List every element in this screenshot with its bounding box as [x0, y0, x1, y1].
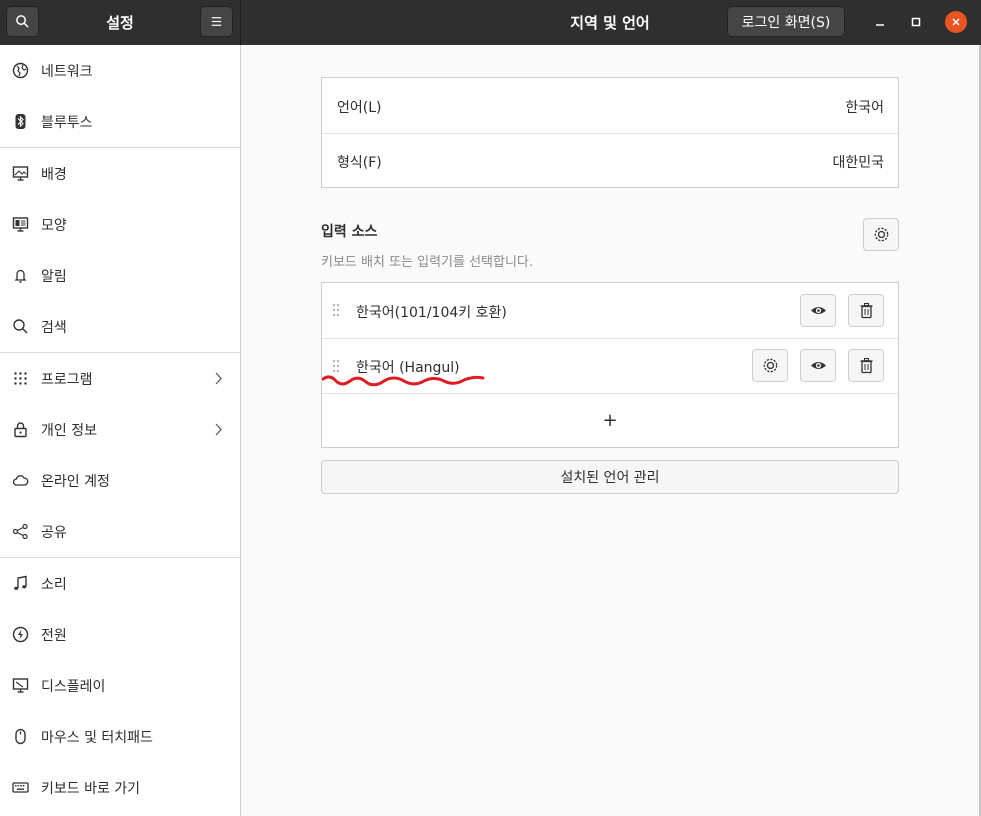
input-source-row[interactable]: 한국어(101/104키 호환): [322, 283, 898, 338]
sidebar-item-label: 프로그램: [41, 372, 93, 388]
chevron-right-icon: [213, 370, 223, 387]
sidebar-item-label: 전원: [41, 628, 67, 644]
formats-label: 형식(F): [337, 155, 382, 171]
sidebar-item-privacy[interactable]: 개인 정보: [0, 404, 240, 455]
sidebar-item-network[interactable]: 네트워크: [0, 45, 240, 96]
menu-button[interactable]: [200, 6, 233, 37]
sidebar-item-label: 공유: [41, 525, 67, 541]
preview-layout-button[interactable]: [800, 349, 836, 382]
language-value: 한국어: [845, 100, 884, 116]
sidebar-item-label: 마우스 및 터치패드: [41, 730, 153, 746]
remove-input-source-button[interactable]: [848, 294, 884, 327]
drag-handle-icon[interactable]: [332, 303, 340, 317]
sidebar-item-applications[interactable]: 프로그램: [0, 353, 240, 404]
eye-icon: [810, 362, 826, 369]
sidebar-item-label: 소리: [41, 577, 67, 593]
input-sources-subtitle: 키보드 배치 또는 입력기를 선택합니다.: [321, 255, 534, 270]
main-panel: 언어(L) 한국어 형식(F) 대한민국 입력 소스 키보드 배치 또는 입력기…: [242, 45, 979, 816]
appearance-icon: [12, 216, 29, 233]
sidebar-item-online-accounts[interactable]: 온라인 계정: [0, 455, 240, 506]
trash-icon: [860, 302, 872, 319]
keyboard-icon: [12, 779, 29, 796]
gear-icon: [874, 227, 888, 242]
network-icon: [12, 62, 29, 79]
lock-icon: [12, 421, 29, 438]
sidebar-item-keyboard-shortcuts[interactable]: 키보드 바로 가기: [0, 762, 240, 813]
minimize-icon: [876, 24, 884, 26]
sidebar-item-displays[interactable]: 디스플레이: [0, 660, 240, 711]
search-icon: [16, 15, 29, 28]
music-note-icon: [12, 575, 29, 592]
manage-installed-languages-button[interactable]: 설치된 언어 관리: [321, 460, 899, 494]
sidebar-item-label: 알림: [41, 269, 67, 285]
input-sources-list: 한국어(101/104키 호환) 한국어 (Hangul) +: [321, 282, 899, 448]
red-squiggle-annotation: [322, 375, 485, 387]
maximize-button[interactable]: [904, 10, 928, 34]
cloud-icon: [12, 472, 29, 489]
hamburger-icon: [211, 17, 222, 26]
input-source-settings-button[interactable]: [752, 349, 788, 382]
sidebar-item-search[interactable]: 검색: [0, 301, 240, 352]
chevron-right-icon: [213, 421, 223, 438]
input-source-row[interactable]: 한국어 (Hangul): [322, 339, 898, 393]
eye-icon: [810, 307, 826, 314]
page-title: 지역 및 언어: [570, 14, 650, 32]
sidebar-item-bluetooth[interactable]: 블루투스: [0, 96, 240, 147]
sidebar-item-sharing[interactable]: 공유: [0, 506, 240, 557]
apps-grid-icon: [12, 370, 29, 387]
display-icon: [12, 677, 29, 694]
sidebar-item-label: 디스플레이: [41, 679, 106, 695]
sidebar-item-label: 배경: [41, 167, 67, 183]
sidebar: 네트워크 블루투스 배경 모양 알림 검색 프로그램 개인 정보 온라인 계정: [0, 45, 241, 816]
formats-value: 대한민국: [832, 155, 884, 171]
sidebar-item-background[interactable]: 배경: [0, 148, 240, 199]
language-row[interactable]: 언어(L) 한국어: [322, 78, 898, 133]
mouse-icon: [12, 728, 29, 745]
gear-icon: [763, 358, 777, 373]
formats-row[interactable]: 형식(F) 대한민국: [322, 134, 898, 187]
sidebar-item-notifications[interactable]: 알림: [0, 250, 240, 301]
close-button[interactable]: [945, 11, 967, 33]
language-label: 언어(L): [337, 100, 382, 116]
share-icon: [12, 523, 29, 540]
header-left: 설정: [0, 0, 241, 45]
maximize-icon: [911, 17, 921, 27]
sidebar-item-appearance[interactable]: 모양: [0, 199, 240, 250]
preview-layout-button[interactable]: [800, 294, 836, 327]
background-icon: [12, 165, 29, 182]
sidebar-item-label: 개인 정보: [41, 423, 97, 439]
add-input-source-button[interactable]: +: [322, 394, 898, 447]
header-bar: 설정 지역 및 언어 로그인 화면(S): [0, 0, 981, 45]
sidebar-item-label: 검색: [41, 320, 67, 336]
sidebar-item-label: 네트워크: [41, 64, 93, 80]
language-formats-list: 언어(L) 한국어 형식(F) 대한민국: [321, 77, 899, 188]
minimize-button[interactable]: [868, 10, 892, 34]
trash-icon: [860, 357, 872, 374]
login-screen-button[interactable]: 로그인 화면(S): [727, 6, 845, 37]
bell-icon: [12, 267, 29, 284]
power-icon: [12, 626, 29, 643]
close-icon: [952, 18, 960, 26]
search-icon: [12, 318, 29, 335]
search-button[interactable]: [6, 6, 39, 37]
input-sources-options-button[interactable]: [863, 218, 899, 251]
sidebar-item-mouse-touchpad[interactable]: 마우스 및 터치패드: [0, 711, 240, 762]
sidebar-item-label: 블루투스: [41, 115, 93, 131]
bluetooth-icon: [12, 113, 29, 130]
sidebar-item-sound[interactable]: 소리: [0, 558, 240, 609]
input-source-label: 한국어(101/104키 호환): [356, 305, 507, 321]
input-sources-title: 입력 소스: [321, 224, 378, 240]
sidebar-item-label: 키보드 바로 가기: [41, 781, 141, 797]
input-source-label: 한국어 (Hangul): [356, 360, 460, 376]
app-title: 설정: [106, 14, 134, 32]
sidebar-item-label: 모양: [41, 218, 67, 234]
remove-input-source-button[interactable]: [848, 349, 884, 382]
sidebar-item-label: 온라인 계정: [41, 474, 110, 490]
sidebar-item-power[interactable]: 전원: [0, 609, 240, 660]
drag-handle-icon[interactable]: [332, 359, 340, 373]
